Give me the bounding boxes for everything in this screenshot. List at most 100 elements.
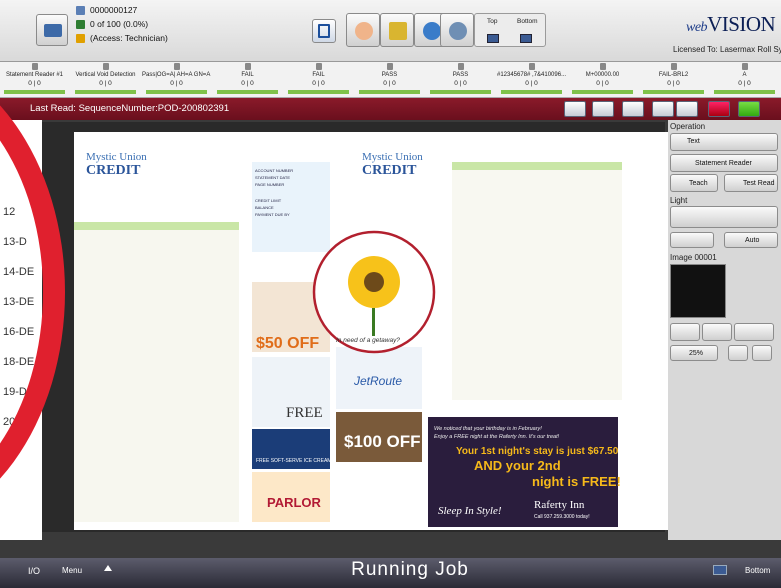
getaway-text: In need of a getaway? (336, 337, 400, 344)
transaction-table-right (452, 170, 622, 400)
birthday-line-2: Enjoy a FREE night at the Raferty Inn. I… (434, 434, 560, 440)
stat-count: 0 | 0 (596, 80, 609, 87)
stat-count: 0 | 0 (28, 80, 41, 87)
statement-date-label: STATEMENT DATE (255, 175, 290, 180)
stat-name: FAIL (241, 72, 254, 78)
view-button[interactable] (312, 19, 336, 43)
statement-reader-button[interactable]: Statement Reader (670, 154, 778, 172)
menu-button[interactable]: Menu (62, 566, 82, 575)
stat-cell[interactable]: FAIL-BRL2 0 | 0 (639, 62, 708, 98)
light-camera-button[interactable] (670, 232, 714, 248)
free-text: FREE (286, 405, 323, 421)
add-button[interactable] (738, 101, 760, 117)
remove-button[interactable] (708, 101, 730, 117)
operation-heading: Operation (670, 122, 706, 131)
test-read-button[interactable]: Test Read (724, 174, 778, 192)
stat-icon (173, 63, 180, 70)
access-level: (Access: Technician) (90, 33, 168, 43)
stat-bar (430, 90, 491, 94)
last-read-text: Last Read: SequenceNumber:POD-200802391 (30, 103, 230, 114)
inspect-button[interactable] (380, 13, 414, 47)
stat-bar (714, 90, 775, 94)
bottom-camera-button[interactable] (520, 34, 532, 43)
access-icon (76, 34, 85, 43)
hand-tool-button[interactable] (346, 13, 380, 47)
zoom-out-button[interactable] (728, 345, 748, 361)
stat-name: Pass|OG=A| AH=A GN=A ... (142, 72, 211, 78)
stat-cell[interactable]: PASS 0 | 0 (355, 62, 424, 98)
bottom-camera-icon (713, 565, 727, 575)
stat-count: 0 | 0 (241, 80, 254, 87)
table-header-left (74, 222, 239, 230)
stat-name: Statement Reader #1 (5, 72, 64, 78)
credit-title-right: CREDIT (362, 163, 417, 178)
app-window: 0000000127 0 of 100 (0.0%) (Access: Tech… (0, 0, 781, 588)
menu-up-icon (104, 565, 112, 571)
image-thumbnail[interactable] (670, 264, 726, 318)
light-heading: Light (670, 196, 688, 205)
stat-cell[interactable]: FAIL 0 | 0 (284, 62, 353, 98)
statement-image: Mystic Union CREDIT ACCOUNT NUMBER STATE… (74, 132, 674, 530)
counter-icon (76, 6, 85, 15)
chart-button[interactable] (564, 101, 586, 117)
stat-name: #12345678# ,7&410096... (497, 72, 566, 78)
light-slider[interactable] (670, 206, 778, 228)
bottom-camera-button[interactable]: Bottom (745, 566, 770, 575)
stat-bar (572, 90, 633, 94)
stat-bar (75, 90, 136, 94)
license-text: Licensed To: Lasermax Roll Systems (673, 45, 781, 54)
top-toolbar: 0000000127 0 of 100 (0.0%) (Access: Tech… (0, 0, 781, 62)
list-button[interactable] (622, 101, 644, 117)
stat-cell[interactable]: M+00000.00 0 | 0 (568, 62, 637, 98)
stat-count: 0 | 0 (99, 80, 112, 87)
raferty-phone: Call 937.259.3000 today! (534, 514, 590, 520)
top-camera-button[interactable] (487, 34, 499, 43)
stat-cell[interactable]: Vertical Void Detection 0 | 0 (71, 62, 140, 98)
table-header-right (452, 162, 622, 170)
transaction-table-left (74, 222, 239, 522)
stat-count: 0 | 0 (312, 80, 325, 87)
stat-bar (146, 90, 207, 94)
control-panel: Operation Text Statement Reader Teach Te… (668, 120, 781, 540)
open-folder-button[interactable] (36, 14, 68, 46)
previous-image-button[interactable] (670, 323, 700, 341)
bank-name-right: Mystic Union (362, 151, 423, 163)
stat-count: 0 | 0 (454, 80, 467, 87)
stat-name: FAIL-BRL2 (658, 72, 689, 78)
gear-icon (423, 22, 441, 40)
camera-settings-button[interactable] (440, 13, 474, 47)
stat-cell[interactable]: Statement Reader #1 0 | 0 (0, 62, 69, 98)
page-number-label: PAGE NUMBER (255, 182, 284, 187)
window-icon (318, 24, 330, 38)
stat-cell[interactable]: PASS 0 | 0 (426, 62, 495, 98)
auto-button[interactable]: Auto (724, 232, 778, 248)
bank-name-left: Mystic Union (86, 151, 147, 163)
stat-count: 0 | 0 (525, 80, 538, 87)
stat-icon (599, 63, 606, 70)
teach-button[interactable]: Teach (670, 174, 718, 192)
stat-name: PASS (381, 72, 398, 78)
stat-icon (244, 63, 251, 70)
stat-cell[interactable]: #12345678# ,7&410096... 0 | 0 (497, 62, 566, 98)
refresh-button[interactable] (676, 101, 698, 117)
image-viewer[interactable]: Mystic Union CREDIT ACCOUNT NUMBER STATE… (32, 122, 674, 532)
progress-text: 0 of 100 (0.0%) (90, 19, 149, 29)
ice-cream-text: FREE SOFT-SERVE ICE CREAM CONE (256, 458, 348, 464)
zoom-in-button[interactable] (752, 345, 772, 361)
text-operation-button[interactable]: Text (670, 133, 778, 151)
credit-title-left: CREDIT (86, 163, 141, 178)
stat-cell[interactable]: Pass|OG=A| AH=A GN=A ... 0 | 0 (142, 62, 211, 98)
stat-cell[interactable]: FAIL 0 | 0 (213, 62, 282, 98)
sleep-in-style-text: Sleep In Style! (438, 505, 502, 517)
inspect-icon (389, 22, 407, 40)
save-image-button[interactable] (734, 323, 774, 341)
stat-cell[interactable]: A 0 | 0 (710, 62, 779, 98)
zoom-select[interactable]: 25% (670, 345, 718, 361)
image-heading: Image 00001 (670, 253, 717, 262)
blank-button[interactable] (592, 101, 614, 117)
stat-name: Vertical Void Detection (75, 72, 136, 78)
io-label: I/O (28, 566, 41, 576)
next-image-button[interactable] (702, 323, 732, 341)
credit-limit-label: CREDIT LIMIT (255, 198, 282, 203)
camera-button[interactable] (652, 101, 674, 117)
